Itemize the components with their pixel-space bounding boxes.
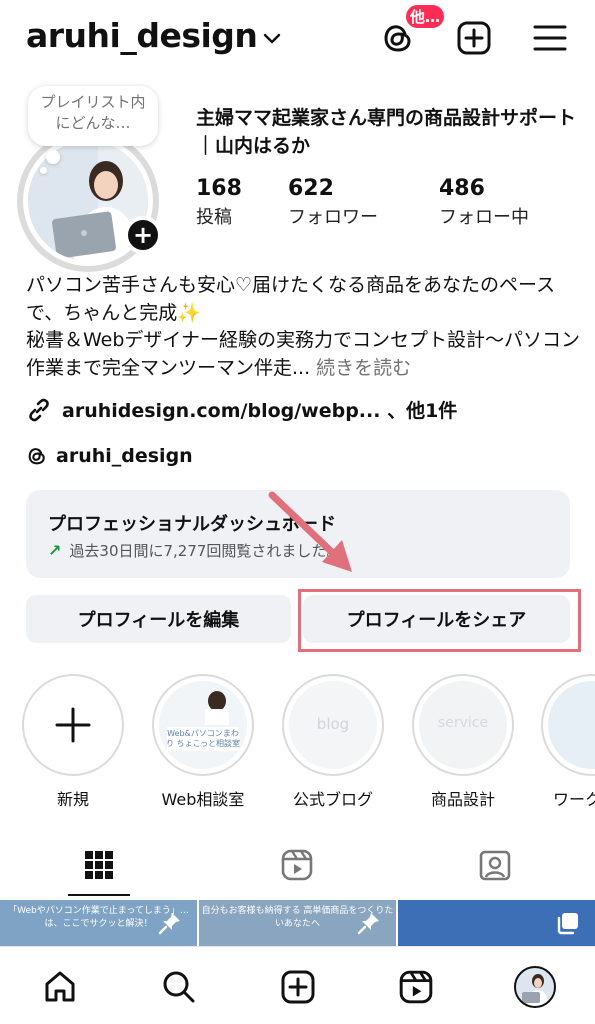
- nav-home[interactable]: [40, 967, 80, 1007]
- edit-profile-button[interactable]: プロフィールを編集: [26, 595, 291, 643]
- grid-post-3[interactable]: [398, 900, 595, 946]
- tab-posts-grid[interactable]: [79, 845, 119, 885]
- stat-label: フォロワー: [288, 207, 378, 228]
- stat-value: 486: [439, 176, 485, 201]
- highlight-label: Web相談室: [161, 790, 245, 809]
- highlight-thumbnail: service: [419, 681, 507, 769]
- annotation-highlight-box: [298, 589, 581, 652]
- stat-label: 投稿: [196, 207, 232, 228]
- highlight-product-design[interactable]: service 商品設計: [411, 674, 515, 810]
- highlight-thumb-text: blog: [316, 715, 350, 733]
- nav-search[interactable]: [159, 967, 199, 1007]
- active-tab-indicator: [68, 894, 130, 896]
- nav-create[interactable]: [278, 967, 318, 1007]
- highlight-label: 新規: [56, 790, 89, 809]
- profile-avatar: [514, 966, 556, 1008]
- profile-stats: 168 投稿 622 フォロワー 486 フォロー中: [196, 174, 581, 234]
- pin-icon: [158, 913, 180, 935]
- threads-notification-badge[interactable]: 他…: [404, 3, 446, 30]
- top-header: aruhi_design 他…: [0, 0, 595, 80]
- tab-reels[interactable]: [277, 845, 317, 885]
- stat-value: 622: [288, 176, 334, 201]
- highlight-label: ワーク: [553, 790, 595, 809]
- tab-tagged[interactable]: [475, 845, 515, 885]
- link-text: aruhidesign.com/blog/webp... 、他1件: [62, 400, 458, 422]
- pin-icon: [357, 913, 379, 935]
- username-label: aruhi_design: [26, 16, 258, 55]
- highlight-thumb-text: Web&パソコンまわり ちょこっと相談室: [166, 729, 240, 748]
- highlight-thumbnail: Web&パソコンまわり ちょこっと相談室: [159, 681, 247, 769]
- bio-line: パソコン苦手さんも安心♡届けたくなる商品をあなたのペースで、ちゃんと完成✨: [26, 274, 556, 324]
- bottom-navigation: [0, 946, 595, 1024]
- dashboard-views-text: 過去30日間に7,277回閲覧されました。: [69, 542, 342, 560]
- highlight-label: 公式ブログ: [292, 790, 373, 809]
- plus-square-icon[interactable]: [456, 20, 492, 56]
- stat-following[interactable]: 486 フォロー中: [439, 174, 529, 232]
- highlight-web-consult[interactable]: Web&パソコンまわり ちょこっと相談室 Web相談室: [151, 674, 255, 810]
- grid-post-1[interactable]: 「Webやパソコン作業で止まってしまう」…は、ここでサクッと解決！: [0, 900, 197, 946]
- home-icon: [45, 971, 75, 1002]
- grid-post-2[interactable]: 自分もお客様も納得する 高単価商品をつくりたいあなたへ: [199, 900, 396, 946]
- trend-up-icon: ↗: [48, 541, 62, 560]
- threads-icon: [28, 448, 45, 465]
- reels-icon: [399, 970, 433, 1004]
- reels-icon: [281, 849, 313, 881]
- add-story-button[interactable]: +: [124, 216, 162, 254]
- professional-dashboard[interactable]: プロフェッショナルダッシュボード ↗ 過去30日間に7,277回閲覧されました。: [26, 490, 570, 578]
- search-icon: [163, 971, 195, 1003]
- highlight-blog[interactable]: blog 公式ブログ: [281, 674, 385, 810]
- dashboard-subtitle: ↗ 過去30日間に7,277回閲覧されました。: [48, 540, 341, 561]
- stat-posts[interactable]: 168 投稿: [196, 174, 242, 232]
- threads-handle: aruhi_design: [56, 445, 193, 467]
- menu-icon[interactable]: [532, 20, 568, 56]
- highlight-new[interactable]: 新規: [21, 674, 125, 810]
- highlight-label: 商品設計: [430, 790, 495, 809]
- highlight-work[interactable]: ワーク: [541, 674, 595, 810]
- dashboard-title: プロフェッショナルダッシュボード: [48, 514, 336, 535]
- create-icon: [281, 970, 315, 1004]
- threads-profile-link[interactable]: aruhi_design: [26, 445, 193, 467]
- display-name: 主婦ママ起業家さん専門の商品設計サポート｜山内はるか: [196, 107, 577, 157]
- nav-profile[interactable]: [513, 965, 557, 1009]
- bio-line: 秘書＆Webデザイナー経験の実務力でコンセプト設計〜パソコン作業まで完全マンツー…: [26, 329, 581, 379]
- highlight-thumbnail: blog: [289, 681, 377, 769]
- stat-followers[interactable]: 622 フォロワー: [288, 174, 378, 232]
- note-bubble[interactable]: プレイリスト内にどんな…: [28, 86, 158, 146]
- note-bubble-tail-small: [40, 167, 47, 174]
- grid-icon: [85, 851, 113, 879]
- account-switcher[interactable]: aruhi_design: [26, 16, 281, 55]
- read-more-link[interactable]: 続きを読む: [316, 357, 411, 379]
- note-bubble-tail: [46, 150, 60, 164]
- tagged-icon: [479, 850, 511, 881]
- highlight-thumb-text: service: [437, 715, 489, 731]
- stat-value: 168: [196, 176, 242, 201]
- link-icon: [29, 398, 49, 421]
- plus-icon: [55, 707, 91, 743]
- carousel-icon: [557, 913, 578, 935]
- bio: パソコン苦手さんも安心♡届けたくなる商品をあなたのペースで、ちゃんと完成✨ 秘書…: [26, 272, 581, 382]
- bio-link[interactable]: aruhidesign.com/blog/webp... 、他1件: [26, 396, 457, 423]
- stat-label: フォロー中: [439, 207, 529, 228]
- chevron-down-icon: [264, 33, 281, 43]
- highlight-thumbnail: [548, 681, 595, 769]
- nav-reels[interactable]: [396, 967, 436, 1007]
